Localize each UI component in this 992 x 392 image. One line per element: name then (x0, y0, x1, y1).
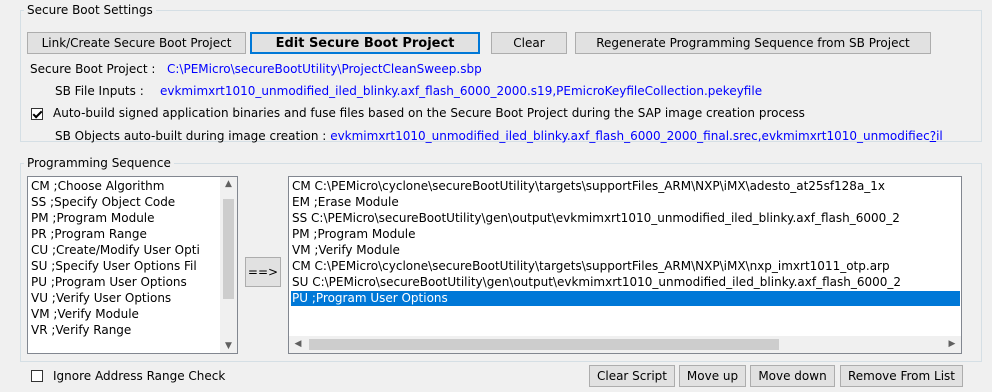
script-list-item[interactable]: PU ;Program User Options (291, 291, 960, 306)
add-to-script-button[interactable]: ==> (245, 257, 281, 287)
ignore-address-range-label: Ignore Address Range Check (53, 369, 226, 383)
ignore-address-range-checkbox[interactable] (31, 370, 43, 382)
command-list-item[interactable]: VR ;Verify Range (30, 323, 131, 338)
script-list-item[interactable]: CM C:\PEMicro\cyclone\secureBootUtility\… (291, 259, 960, 274)
sb-project-path[interactable]: C:\PEMicro\secureBootUtility\ProjectClea… (167, 62, 482, 76)
move-down-button[interactable]: Move down (750, 365, 835, 387)
command-list-item[interactable]: PM ;Program Module (30, 211, 155, 226)
script-list[interactable]: CM C:\PEMicro\cyclone\secureBootUtility\… (288, 176, 962, 354)
clear-script-button[interactable]: Clear Script (589, 365, 675, 387)
script-list-hscrollbar[interactable]: ◀ ▶ (289, 336, 961, 353)
link-create-sb-project-button[interactable]: Link/Create Secure Boot Project (27, 32, 246, 54)
scroll-up-icon[interactable]: ▲ (220, 179, 237, 189)
command-list[interactable]: CM ;Choose Algorithm SS ;Specify Object C… (27, 176, 238, 354)
hscroll-thumb[interactable] (309, 339, 779, 350)
command-list-item[interactable]: CU ;Create/Modify User Opti (30, 243, 200, 258)
script-list-item[interactable]: SU C:\PEMicro\secureBootUtility\gen\outp… (291, 275, 960, 290)
sb-objects-value[interactable]: evkmimxrt1010_unmodified_iled_blinky.axf… (330, 129, 930, 143)
programming-sequence-group-title: Programming Sequence (24, 156, 174, 170)
script-list-item[interactable]: CM C:\PEMicro\cyclone\secureBootUtility\… (291, 179, 960, 194)
scroll-right-icon[interactable]: ▶ (946, 339, 958, 349)
command-list-item[interactable]: SU ;Specify User Options Fil (30, 259, 197, 274)
command-list-item[interactable]: PU ;Program User Options (30, 275, 187, 290)
scroll-thumb[interactable] (223, 199, 234, 299)
sb-objects-tail: il (936, 129, 943, 143)
scroll-down-icon[interactable]: ▼ (220, 341, 237, 351)
secure-boot-group-title: Secure Boot Settings (24, 3, 156, 17)
clear-sb-button[interactable]: Clear (491, 32, 567, 54)
secure-boot-group (20, 10, 982, 142)
regenerate-sequence-button[interactable]: Regenerate Programming Sequence from SB … (575, 32, 931, 54)
command-list-item[interactable]: VM ;Verify Module (30, 307, 139, 322)
autobuild-checkbox[interactable] (31, 108, 43, 120)
command-list-item[interactable]: PR ;Program Range (30, 227, 147, 242)
autobuild-label: Auto-build signed application binaries a… (53, 106, 805, 120)
sb-project-label: Secure Boot Project : (30, 62, 156, 76)
command-list-item[interactable]: CM ;Choose Algorithm (30, 179, 164, 194)
command-list-scrollbar[interactable]: ▲ ▼ (220, 177, 237, 353)
command-list-item[interactable]: VU ;Verify User Options (30, 291, 171, 306)
sb-objects-row: SB Objects auto-built during image creat… (55, 129, 982, 145)
sb-file-inputs-value[interactable]: evkmimxrt1010_unmodified_iled_blinky.axf… (160, 84, 762, 98)
command-list-item[interactable]: SS ;Specify Object Code (30, 195, 175, 210)
script-list-item[interactable]: VM ;Verify Module (291, 243, 960, 258)
script-list-item[interactable]: PM ;Program Module (291, 227, 960, 242)
scroll-left-icon[interactable]: ◀ (292, 339, 304, 349)
script-list-item[interactable]: SS C:\PEMicro\secureBootUtility\gen\outp… (291, 211, 960, 226)
sb-file-inputs-label: SB File Inputs : (55, 84, 144, 98)
edit-sb-project-button[interactable]: Edit Secure Boot Project (250, 32, 480, 54)
script-list-item[interactable]: EM ;Erase Module (291, 195, 960, 210)
sb-objects-label: SB Objects auto-built during image creat… (55, 129, 327, 143)
remove-from-list-button[interactable]: Remove From List (840, 365, 963, 387)
move-up-button[interactable]: Move up (679, 365, 746, 387)
